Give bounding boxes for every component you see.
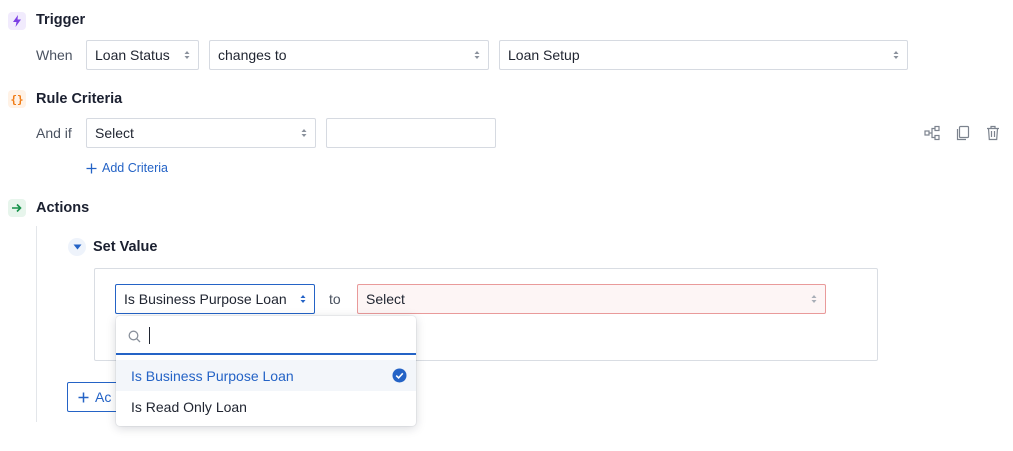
dropdown-option-label: Is Read Only Loan [131,398,247,415]
chevron-updown-icon [474,51,480,59]
trigger-operator-select[interactable]: changes to [209,40,489,70]
trash-icon[interactable] [985,125,1001,141]
chevron-updown-icon [184,51,190,59]
criteria-field-value: Select [95,125,134,141]
check-circle-icon [392,368,407,383]
dropdown-option-label: Is Business Purpose Loan [131,367,294,384]
trigger-field-select[interactable]: Loan Status [86,40,199,70]
trigger-operator-value: changes to [218,47,287,63]
chevron-updown-icon [893,51,899,59]
dropdown-option[interactable]: Is Read Only Loan [116,391,416,422]
set-value-value-select[interactable]: Select [357,284,826,314]
chevron-updown-icon [300,295,306,303]
criteria-value-input[interactable] [326,118,496,148]
chevron-updown-icon [811,295,817,303]
set-value-title: Set Value [93,239,158,255]
criteria-field-select[interactable]: Select [86,118,316,148]
trigger-value-select[interactable]: Loan Setup [499,40,908,70]
arrow-right-icon [8,199,26,217]
dropdown-option[interactable]: Is Business Purpose Loan [116,360,416,391]
search-underline [116,353,416,355]
add-criteria-button[interactable]: Add Criteria [86,161,168,175]
trigger-field-value: Loan Status [95,47,170,63]
lightning-icon [8,12,26,30]
svg-text:{}: {} [10,93,23,105]
chevron-updown-icon [301,129,307,137]
set-value-field-select[interactable]: Is Business Purpose Loan [115,284,315,314]
copy-icon[interactable] [955,125,971,141]
and-if-label: And if [36,125,72,141]
trigger-value-value: Loan Setup [508,47,580,63]
to-label: to [329,291,341,307]
rule-criteria-title: Rule Criteria [36,91,123,107]
set-value-field-value: Is Business Purpose Loan [124,291,287,307]
search-icon [128,330,141,343]
when-label: When [36,47,73,63]
caret-down-icon[interactable] [68,238,86,256]
search-caret [149,327,150,344]
actions-tree-line [36,226,37,422]
hierarchy-icon[interactable] [924,125,940,141]
field-dropdown: Is Business Purpose Loan Is Read Only Lo… [116,316,416,426]
add-criteria-label: Add Criteria [102,161,168,175]
set-value-value-value: Select [366,291,405,307]
plus-icon [78,392,89,402]
dropdown-search-input[interactable] [146,325,396,347]
actions-title: Actions [36,200,90,216]
braces-icon: {} [8,90,26,108]
plus-icon [86,163,97,173]
trigger-title: Trigger [36,12,86,28]
add-action-label: Ac [95,389,112,405]
